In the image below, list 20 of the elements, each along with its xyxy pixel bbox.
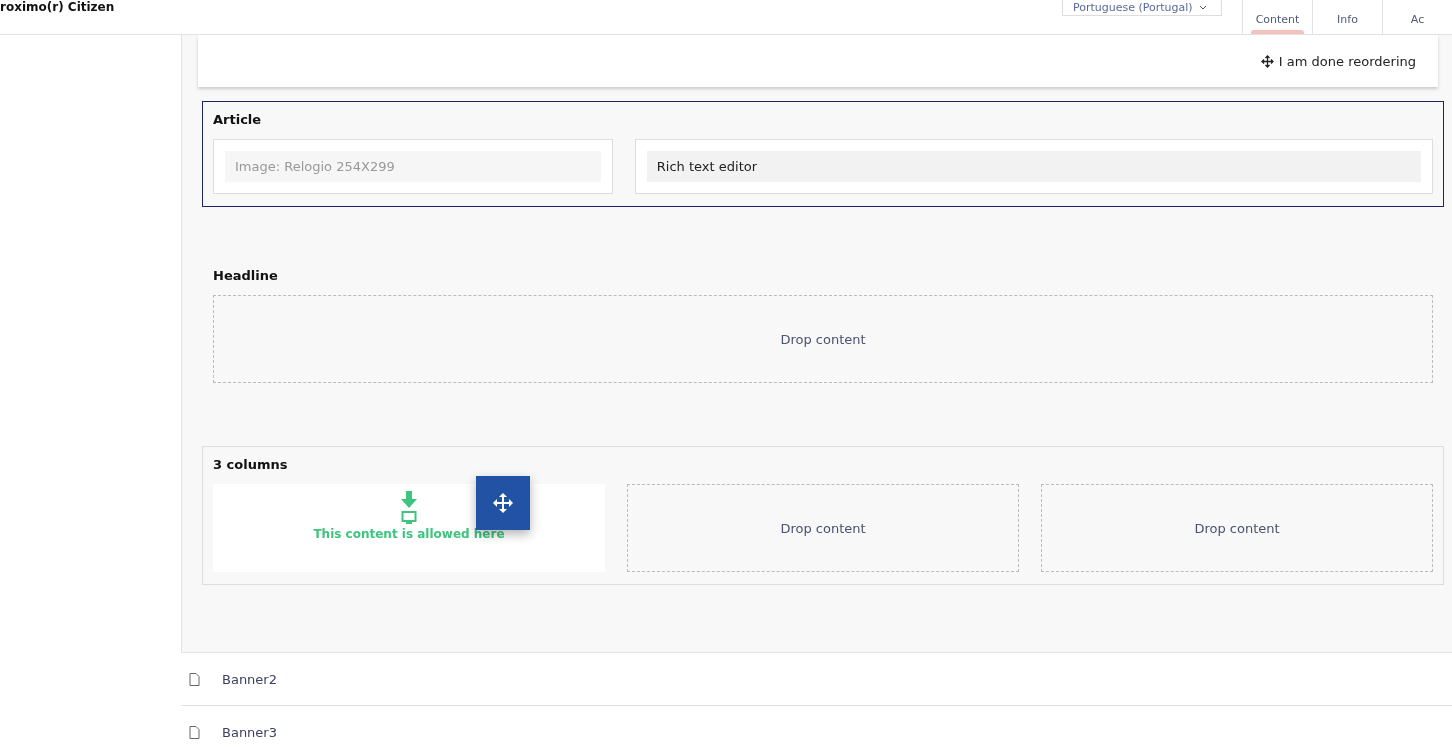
list-item[interactable]: Banner2 xyxy=(222,671,277,687)
document-icon xyxy=(189,672,200,686)
move-icon xyxy=(493,493,513,513)
site-title: roximo(r) Citizen xyxy=(0,0,115,14)
document-icon xyxy=(189,725,200,739)
move-icon xyxy=(1260,54,1274,68)
done-reordering-button[interactable]: I am done reordering xyxy=(1254,52,1422,70)
editor-field[interactable]: Rich text editor xyxy=(634,139,1433,194)
drop-zone[interactable]: Drop content xyxy=(627,484,1019,572)
language-dropdown[interactable]: Portuguese (Portugal) xyxy=(1062,0,1222,16)
allowed-message: This content is allowed here xyxy=(313,527,505,541)
drop-zone[interactable]: Drop content xyxy=(1041,484,1433,572)
drag-handle[interactable] xyxy=(476,476,530,530)
drop-here-icon xyxy=(399,491,419,525)
caret-icon xyxy=(1198,5,1207,10)
section-title: 3 columns xyxy=(213,457,289,472)
list-item[interactable]: Banner3 xyxy=(222,724,277,740)
section-title: Article xyxy=(213,112,263,127)
drop-zone[interactable]: Drop content xyxy=(213,295,1433,383)
section-title: Headline xyxy=(213,268,279,283)
